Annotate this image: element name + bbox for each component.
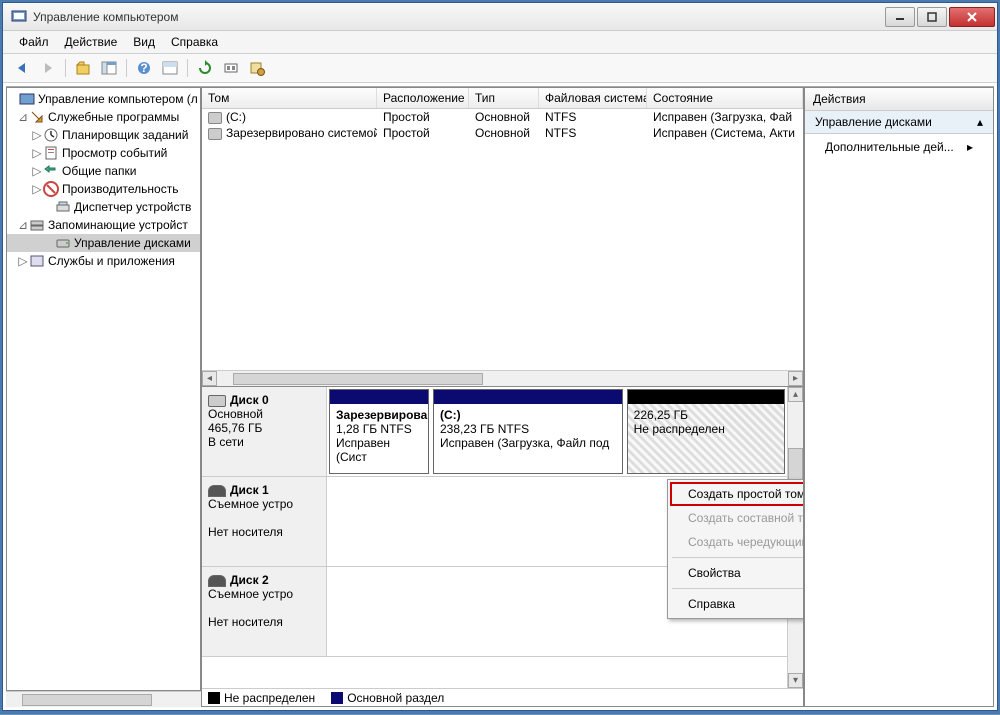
partition-bar	[330, 390, 428, 404]
up-button[interactable]	[72, 57, 94, 79]
disk-row-0[interactable]: Диск 0 Основной 465,76 ГБ В сети Зарезер…	[202, 387, 787, 477]
disk-header[interactable]: Диск 0 Основной 465,76 ГБ В сети	[202, 387, 327, 476]
showhide-tree-button[interactable]	[98, 57, 120, 79]
forward-button[interactable]	[37, 57, 59, 79]
disk-icon	[208, 112, 222, 124]
view-top-button[interactable]	[159, 57, 181, 79]
app-icon	[11, 9, 27, 25]
disk-header[interactable]: Диск 1 Съемное устро Нет носителя	[202, 477, 327, 566]
rescan-button[interactable]	[220, 57, 242, 79]
window-title: Управление компьютером	[33, 10, 885, 24]
actions-group[interactable]: Управление дисками▴	[805, 111, 993, 134]
col-fs[interactable]: Файловая система	[539, 88, 647, 108]
toolbar: ?	[3, 54, 997, 83]
center-panel: Том Расположение Тип Файловая система Со…	[201, 87, 804, 707]
menu-create-simple-volume[interactable]: Создать простой том...	[670, 482, 804, 506]
help-button[interactable]: ?	[133, 57, 155, 79]
tree-shares[interactable]: ▷Общие папки	[7, 162, 200, 180]
volume-hscrollbar[interactable]: ◂▸	[202, 370, 803, 386]
menu-file[interactable]: Файл	[11, 33, 57, 51]
legend: Не распределен Основной раздел	[202, 688, 803, 706]
computer-management-window: Управление компьютером Файл Действие Вид…	[2, 2, 998, 711]
menu-action[interactable]: Действие	[57, 33, 126, 51]
partition-reserved[interactable]: Зарезервирова1,28 ГБ NTFSИсправен (Сист	[329, 389, 429, 474]
volume-row[interactable]: (C:) Простой Основной NTFS Исправен (Заг…	[202, 109, 803, 125]
col-type[interactable]: Тип	[469, 88, 539, 108]
col-layout[interactable]: Расположение	[377, 88, 469, 108]
col-status[interactable]: Состояние	[647, 88, 803, 108]
minimize-button[interactable]	[885, 7, 915, 27]
menu-view[interactable]: Вид	[125, 33, 163, 51]
maximize-button[interactable]	[917, 7, 947, 27]
nav-tree[interactable]: Управление компьютером (л ⊿Служебные про…	[6, 87, 201, 691]
actions-pane: Действия Управление дисками▴ Дополнитель…	[804, 87, 994, 707]
menu-separator	[672, 557, 804, 558]
tree-devmgr[interactable]: Диспетчер устройств	[7, 198, 200, 216]
tree-tools[interactable]: ⊿Служебные программы	[7, 108, 200, 126]
svg-text:?: ?	[140, 61, 147, 75]
tree-hscrollbar[interactable]	[6, 691, 201, 707]
volume-rows: (C:) Простой Основной NTFS Исправен (Заг…	[202, 109, 803, 370]
menubar: Файл Действие Вид Справка	[3, 31, 997, 54]
menu-create-striped-volume: Создать чередующийся том...	[670, 530, 804, 554]
volume-row[interactable]: Зарезервировано системой Простой Основно…	[202, 125, 803, 141]
menu-create-spanned-volume: Создать составной том...	[670, 506, 804, 530]
context-menu[interactable]: Создать простой том... Создать составной…	[667, 479, 804, 619]
col-volume[interactable]: Том	[202, 88, 377, 108]
volume-list[interactable]: Том Расположение Тип Файловая система Со…	[201, 87, 804, 387]
removable-icon	[208, 485, 226, 497]
partition-c[interactable]: (C:)238,23 ГБ NTFSИсправен (Загрузка, Фа…	[433, 389, 623, 474]
tree-services[interactable]: ▷Службы и приложения	[7, 252, 200, 270]
settings-button[interactable]	[246, 57, 268, 79]
menu-help[interactable]: Справка	[670, 592, 804, 616]
collapse-icon[interactable]: ▴	[977, 115, 983, 129]
tree-perf[interactable]: ▷Производительность	[7, 180, 200, 198]
content-area: Управление компьютером (л ⊿Служебные про…	[6, 86, 994, 707]
partition-bar	[434, 390, 622, 404]
hdd-icon	[208, 395, 226, 407]
tree-storage[interactable]: ⊿Запоминающие устройст	[7, 216, 200, 234]
partition-bar	[628, 390, 784, 404]
back-button[interactable]	[11, 57, 33, 79]
partition-unallocated[interactable]: 226,25 ГБНе распределен	[627, 389, 785, 474]
menu-separator	[672, 588, 804, 589]
tree-root[interactable]: Управление компьютером (л	[7, 90, 200, 108]
menu-help[interactable]: Справка	[163, 33, 226, 51]
refresh-button[interactable]	[194, 57, 216, 79]
menu-properties[interactable]: Свойства	[670, 561, 804, 585]
legend-swatch-primary	[331, 692, 343, 704]
tree-scheduler[interactable]: ▷Планировщик заданий	[7, 126, 200, 144]
titlebar[interactable]: Управление компьютером	[3, 3, 997, 31]
tree-diskmgmt[interactable]: Управление дисками	[7, 234, 200, 252]
actions-title: Действия	[805, 88, 993, 111]
chevron-right-icon: ▸	[967, 140, 973, 154]
disk-header[interactable]: Диск 2 Съемное устро Нет носителя	[202, 567, 327, 656]
actions-more[interactable]: Дополнительные дей...▸	[805, 134, 993, 160]
disk-icon	[208, 128, 222, 140]
close-button[interactable]	[949, 7, 995, 27]
volume-headers[interactable]: Том Расположение Тип Файловая система Со…	[202, 88, 803, 109]
removable-icon	[208, 575, 226, 587]
tree-events[interactable]: ▷Просмотр событий	[7, 144, 200, 162]
legend-swatch-unalloc	[208, 692, 220, 704]
disk-graphic-view[interactable]: Диск 0 Основной 465,76 ГБ В сети Зарезер…	[201, 387, 804, 707]
